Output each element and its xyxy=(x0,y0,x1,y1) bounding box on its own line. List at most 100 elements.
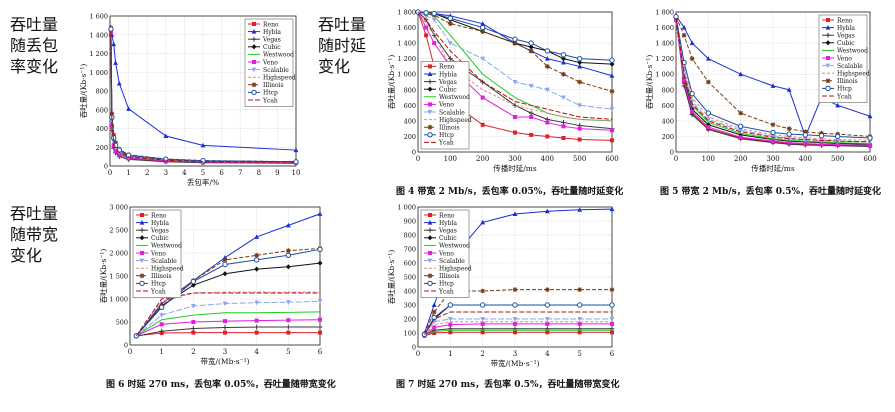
series-ycah xyxy=(424,311,612,335)
x-tick-label: 600 xyxy=(863,155,876,163)
chart-fig7-throughput-vs-bandwidth: 0 1 2 3 4 5 6 0 100 200 300 400 500 600 700 800 900 1 000… xyxy=(387,204,615,369)
legend-label: Htcp xyxy=(837,86,852,93)
legend-label: Reno xyxy=(439,212,455,219)
legend-marker xyxy=(428,102,432,107)
legend: RenoHyblaVegasCubicWestwoodVenoScalableH… xyxy=(420,209,472,298)
legend-marker xyxy=(428,251,432,255)
data-point-vegas xyxy=(528,110,534,116)
series-veno xyxy=(422,321,614,338)
x-axis-label: 带宽/(Mb·s⁻¹) xyxy=(200,356,249,366)
data-point-htcp xyxy=(802,132,809,138)
figure-caption-6: 图 6 时延 270 ms，丢包率 0.05%，吞吐量随带宽变化 xyxy=(106,380,336,390)
y-tick-label: 0 xyxy=(412,149,416,157)
legend-marker xyxy=(252,22,256,26)
x-tick-label: 10 xyxy=(292,169,301,177)
legend-label: Ycah xyxy=(836,93,852,100)
y-tick-label: 0 xyxy=(104,163,108,171)
figure-caption-5: 图 5 带宽 2 Mb/s，丢包率 0.5%，吞吐量随时延变化 xyxy=(660,187,882,197)
y-tick-label: 1 600 xyxy=(89,13,108,21)
chart-fig6-throughput-vs-bandwidth: 0 1 2 3 4 5 6 0 500 1 000 1 500 2 000 2 500 3 000 带宽/(… xyxy=(99,204,323,367)
y-tick-label: 300 xyxy=(404,302,416,310)
data-point-htcp xyxy=(447,15,454,21)
data-point-htcp xyxy=(673,13,679,20)
y-tick-label: 100 xyxy=(404,330,416,338)
legend-label: Illinois xyxy=(439,125,460,132)
legend: RenoHyblaVegasCubicWestwoodVenoScalableH… xyxy=(244,18,296,107)
y-tick-label: 1 800 xyxy=(397,9,416,17)
legend-label: Illinois xyxy=(837,78,858,85)
data-point-reno xyxy=(561,136,566,140)
legend-label: Illinois xyxy=(439,273,460,280)
legend: RenoHyblaVegasCubicWestwoodVenoScalableH… xyxy=(818,14,870,103)
x-tick-label: 300 xyxy=(766,155,779,163)
legend-label: Htcp xyxy=(263,90,278,97)
y-tick-label: 200 xyxy=(96,144,108,152)
data-point-reno xyxy=(545,134,550,139)
legend-label: Reno xyxy=(263,21,279,28)
data-point-htcp xyxy=(544,302,551,308)
legend-label: Ycah xyxy=(262,97,278,104)
data-point-vegas xyxy=(190,326,196,331)
data-point-illinois xyxy=(738,110,744,116)
data-point-cubic xyxy=(222,271,228,277)
data-point-veno xyxy=(787,140,792,145)
legend-label: Highspeed xyxy=(151,266,184,273)
x-tick-label: 4 xyxy=(254,348,259,356)
legend-marker xyxy=(427,280,433,287)
y-tick-label: 600 xyxy=(96,106,108,114)
data-point-htcp xyxy=(818,132,825,139)
y-tick-label: 1 200 xyxy=(655,55,674,63)
data-point-vegas xyxy=(285,324,291,330)
series-vegas xyxy=(133,324,323,339)
y-tick-label: 2 500 xyxy=(109,227,128,235)
side-label-loss: 吞吐量 随丢包 率变化 xyxy=(10,15,59,76)
x-tick-label: 2 xyxy=(191,348,195,356)
legend-label: Scalable xyxy=(439,109,465,116)
legend-label: Htcp xyxy=(151,281,166,288)
legend-marker xyxy=(139,280,145,287)
data-point-reno xyxy=(254,330,259,335)
legend-label: Cubic xyxy=(439,235,457,242)
legend-marker xyxy=(428,64,432,69)
y-tick-label: 400 xyxy=(404,288,416,296)
y-tick-label: 800 xyxy=(662,86,674,94)
data-point-htcp xyxy=(285,252,292,258)
data-point-reno xyxy=(191,330,196,335)
data-point-illinois xyxy=(544,64,550,69)
legend-label: Westwood xyxy=(439,243,470,250)
data-point-cubic xyxy=(254,266,260,272)
data-point-htcp xyxy=(705,110,712,116)
data-point-htcp xyxy=(512,36,518,42)
y-tick-label: 800 xyxy=(404,232,416,240)
data-point-htcp xyxy=(447,302,454,308)
data-point-veno xyxy=(577,321,582,326)
data-point-htcp xyxy=(200,158,206,164)
y-tick-label: 2 000 xyxy=(109,250,128,258)
legend-label: Hybla xyxy=(837,25,855,32)
data-point-htcp xyxy=(253,257,260,263)
series-line-veno xyxy=(424,323,612,336)
data-point-htcp xyxy=(528,40,534,46)
data-point-veno xyxy=(561,124,566,129)
side-label-delay: 吞吐量 随时延 变化 xyxy=(318,15,367,76)
x-tick-label: 6 xyxy=(318,348,323,356)
legend-marker xyxy=(428,213,432,217)
y-tick-label: 0 xyxy=(412,344,416,352)
data-point-htcp xyxy=(576,302,583,308)
y-tick-label: 400 xyxy=(96,125,108,133)
data-point-hybla xyxy=(431,302,437,307)
data-point-illinois xyxy=(681,32,687,38)
data-point-illinois xyxy=(705,79,711,85)
x-tick-label: 3 xyxy=(513,350,517,358)
figure-caption-7: 图 7 时延 270 ms，丢包率 0.5%，吞吐量随带宽变化 xyxy=(396,380,620,390)
data-point-reno xyxy=(610,138,614,143)
y-tick-label: 500 xyxy=(404,274,416,282)
x-tick-label: 1 xyxy=(448,350,452,358)
data-point-illinois xyxy=(609,88,615,94)
legend-label: Scalable xyxy=(151,258,177,265)
x-axis-label: 传播时延/ms xyxy=(493,163,537,173)
x-tick-label: 2 xyxy=(480,350,484,358)
data-point-htcp xyxy=(786,131,792,137)
series-line-ycah xyxy=(424,311,612,335)
data-point-reno xyxy=(223,330,227,335)
